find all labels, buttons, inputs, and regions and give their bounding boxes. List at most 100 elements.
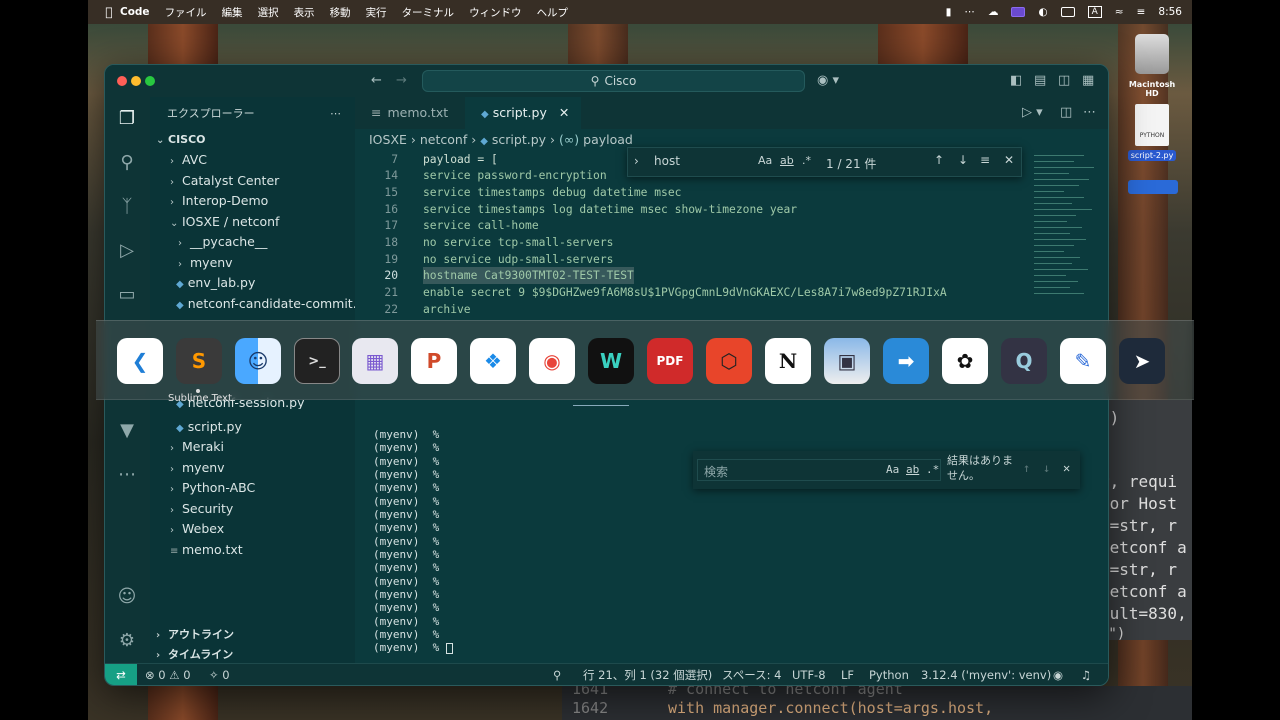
minimize-window-button[interactable] (131, 76, 141, 86)
menu-go[interactable]: 移動 (330, 5, 351, 20)
copilot-status-icon[interactable]: ◉ (1053, 664, 1063, 685)
close-find-icon[interactable]: ✕ (1004, 153, 1014, 167)
pdf-app-dock-icon[interactable]: PDF (647, 338, 693, 384)
tree-folder-myenv-root[interactable]: › myenv (170, 458, 225, 478)
terminal-whole-word-toggle[interactable]: ab (906, 463, 919, 476)
chrome-dock-icon[interactable]: ◉ (529, 338, 575, 384)
terminal-close-find-icon[interactable]: ✕ (1063, 461, 1070, 475)
close-tab-icon[interactable]: ✕ (559, 105, 569, 120)
match-case-toggle[interactable]: Aa (758, 154, 772, 167)
explorer-more-icon[interactable]: ⋯ (330, 107, 341, 120)
menu-edit[interactable]: 編集 (222, 5, 243, 20)
desktop-folder-icon[interactable] (1128, 180, 1178, 194)
zoom-window-button[interactable] (145, 76, 155, 86)
terminal-regex-toggle[interactable]: .* (926, 463, 939, 476)
find-in-selection-icon[interactable]: ≡ (980, 153, 990, 167)
cloud-icon[interactable]: ☁ (988, 6, 999, 18)
more-icon[interactable]: ⋯ (964, 6, 975, 18)
terminal-next-icon[interactable]: ↓ (1043, 461, 1050, 475)
toggle-panel-icon[interactable]: ▤ (1034, 73, 1046, 88)
menu-help[interactable]: ヘルプ (537, 5, 569, 20)
crumb-iosxe[interactable]: IOSXE (369, 132, 407, 147)
extension-tree-icon[interactable]: ▼ (115, 419, 139, 443)
safari-dock-icon[interactable]: ❖ (470, 338, 516, 384)
terminal-dock-icon[interactable]: >_ (294, 338, 340, 384)
tree-file-memo[interactable]: ≡ memo.txt (170, 540, 243, 560)
control-center-icon[interactable]: ≡ (1137, 6, 1146, 18)
run-debug-icon[interactable]: ▷ (115, 239, 139, 263)
close-window-button[interactable] (117, 76, 127, 86)
run-file-icon[interactable]: ▷ ▾ (1022, 105, 1043, 120)
notifications-bell-icon[interactable]: ♫ (1081, 664, 1091, 685)
sublime-text-dock-icon[interactable]: S (176, 338, 222, 384)
split-editor-icon[interactable]: ◫ (1060, 105, 1072, 120)
toggle-secondary-sidebar-icon[interactable]: ◫ (1058, 73, 1070, 88)
menu-app[interactable]: Code (120, 6, 150, 18)
remote-desktop-dock-icon[interactable]: ➡ (883, 338, 929, 384)
davinci-dock-icon[interactable]: ⬡ (706, 338, 752, 384)
tree-folder-interop[interactable]: › Interop-Demo (170, 191, 268, 211)
tree-folder-myenv[interactable]: › myenv (178, 253, 233, 273)
desktop-file[interactable]: PYTHON script-2.py (1128, 104, 1176, 161)
quicktime-dock-icon[interactable]: Q (1001, 338, 1047, 384)
tab-script[interactable]: ◆ script.py ✕ (465, 97, 581, 129)
tree-folder-meraki[interactable]: › Meraki (170, 437, 224, 457)
forward-arrow-icon[interactable]: → (396, 73, 407, 88)
terminal-search-input[interactable]: 検索 Aa ab .* (697, 459, 941, 481)
problems-indicator[interactable]: ⊗ 0 ⚠ 0 (145, 664, 191, 685)
crumb-netconf[interactable]: netconf (420, 132, 467, 147)
apple-icon[interactable]:  (98, 5, 120, 19)
menu-file[interactable]: ファイル (165, 5, 207, 20)
language-mode[interactable]: Python (869, 664, 909, 685)
clock[interactable]: 8:56 (1158, 6, 1182, 18)
terminal-prev-icon[interactable]: ↑ (1023, 461, 1030, 475)
menu-terminal[interactable]: ターミナル (402, 5, 455, 20)
tree-folder-avc[interactable]: › AVC (170, 150, 207, 170)
tree-folder-iosxe[interactable]: ⌄ IOSXE / netconf (170, 212, 279, 232)
tree-file-netconf-candidate[interactable]: ◆ netconf-candidate-commit.... (176, 294, 369, 314)
tree-folder-webex[interactable]: › Webex (170, 519, 224, 539)
back-arrow-icon[interactable]: ← (371, 73, 382, 88)
menu-window[interactable]: ウィンドウ (469, 5, 522, 20)
regex-toggle[interactable]: .* (802, 154, 811, 167)
minimap[interactable] (1030, 151, 1108, 311)
timeline-section[interactable]: › タイムライン (156, 645, 233, 665)
remote-explorer-icon[interactable]: ▭ (115, 283, 139, 307)
launchpad-dock-icon[interactable]: ▦ (352, 338, 398, 384)
terminal-match-case-toggle[interactable]: Aa (886, 463, 899, 476)
customize-layout-icon[interactable]: ▦ (1082, 73, 1094, 88)
notion-dock-icon[interactable]: N (765, 338, 811, 384)
vscode-dock-icon[interactable]: ❮ (117, 338, 163, 384)
settings-gear-icon[interactable]: ⚙ (115, 629, 139, 653)
line-endings[interactable]: LF (841, 664, 854, 685)
input-source-icon[interactable]: A (1087, 6, 1102, 18)
tree-folder-python-abc[interactable]: › Python-ABC (170, 478, 255, 498)
menu-run[interactable]: 実行 (366, 5, 387, 20)
next-match-icon[interactable]: ↓ (958, 153, 968, 167)
tab-memo[interactable]: ≡ memo.txt (355, 97, 463, 129)
powerpoint-dock-icon[interactable]: P (411, 338, 457, 384)
vpn-icon[interactable]: ◐ (1038, 6, 1047, 18)
python-interpreter[interactable]: 3.12.4 ('myenv': venv) (921, 664, 1051, 685)
ports-indicator[interactable]: ✧ 0 (209, 664, 230, 685)
encoding[interactable]: UTF-8 (792, 664, 826, 685)
more-views-icon[interactable]: ⋯ (115, 463, 139, 487)
search-view-icon[interactable]: ⚲ (115, 151, 139, 175)
desktop-disk[interactable]: Macintosh HD (1128, 34, 1176, 98)
screen-share-icon[interactable] (1011, 7, 1026, 17)
copilot-icon[interactable]: ◉ ▾ (817, 73, 839, 88)
crumb-script[interactable]: script.py (492, 132, 546, 147)
editor-more-icon[interactable]: ⋯ (1083, 105, 1096, 120)
webex-dock-icon[interactable]: W (588, 338, 634, 384)
preview-dock-icon[interactable]: ▣ (824, 338, 870, 384)
cursor-position[interactable]: 行 21、列 1 (32 個選択) (583, 664, 712, 685)
account-icon[interactable]: ☺ (115, 585, 139, 609)
command-center-search[interactable]: ⚲ Cisco (422, 70, 805, 92)
tree-file-env-lab[interactable]: ◆ env_lab.py (176, 273, 255, 293)
zoom-icon[interactable]: ⚲ (553, 664, 561, 685)
tree-folder-security[interactable]: › Security (170, 499, 233, 519)
outline-section[interactable]: › アウトライン (156, 625, 234, 645)
battery-icon[interactable] (1060, 7, 1075, 17)
source-control-icon[interactable]: ᛉ (115, 195, 139, 219)
tree-file-script[interactable]: ◆ script.py (176, 417, 242, 437)
